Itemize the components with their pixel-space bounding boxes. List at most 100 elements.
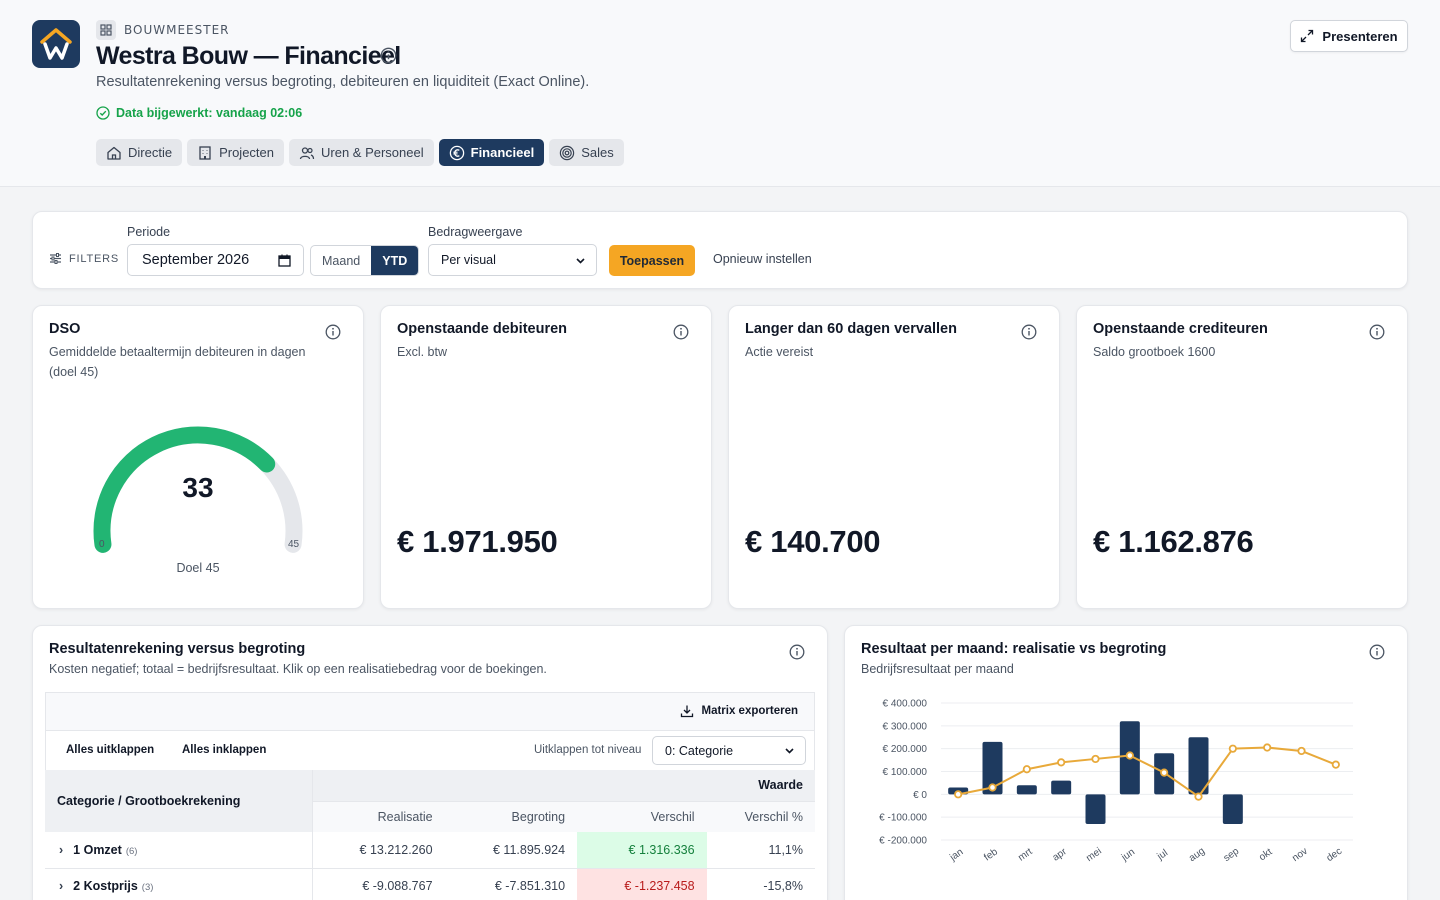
updated-status: Data bijgewerkt: vandaag 02:06 (96, 106, 302, 120)
line-point[interactable] (1228, 744, 1237, 753)
cell-realisatie[interactable]: € 13.212.260 (312, 832, 445, 869)
x-tick-label: apr (1051, 846, 1070, 864)
matrix-controls: Alles uitklappen Alles inklappen Uitklap… (45, 730, 815, 771)
period-value: September 2026 (142, 252, 250, 268)
gauge-value: 33 (182, 472, 214, 503)
period-mode-toggle: Maand YTD (310, 245, 420, 276)
mode-ytd-button[interactable]: YTD (371, 246, 419, 275)
logo-icon (40, 28, 72, 60)
info-icon[interactable] (673, 324, 689, 340)
tab-uren-personeel[interactable]: Uren & Personeel (289, 139, 434, 166)
row-label: 1 Omzet (73, 842, 122, 857)
grid-icon (96, 20, 116, 40)
column-header-realisatie[interactable]: Realisatie (312, 801, 445, 832)
cell-realisatie[interactable]: € -9.088.767 (312, 868, 445, 900)
matrix-card: Resultatenrekening versus begroting Kost… (32, 625, 828, 900)
info-icon[interactable] (1369, 324, 1385, 340)
expand-icon (1301, 29, 1314, 43)
tab-sales[interactable]: Sales (549, 139, 624, 166)
download-icon (681, 705, 694, 718)
users-icon (299, 146, 315, 159)
x-tick-label: mei (1084, 846, 1104, 864)
chart-subtitle: Bedrijfsresultaat per maand (861, 662, 1014, 676)
line-point[interactable] (1297, 746, 1306, 756)
row-category[interactable]: › 2 Kostprijs (3) (45, 868, 313, 900)
chevron-down-icon (576, 257, 585, 264)
line-point[interactable] (988, 783, 997, 792)
line-point[interactable] (1057, 758, 1066, 767)
calendar-icon[interactable] (278, 254, 291, 267)
amount-display-select[interactable]: Per visual (428, 244, 597, 276)
info-icon[interactable] (789, 644, 805, 660)
chart-bar[interactable] (1016, 785, 1037, 795)
apply-button[interactable]: Toepassen (609, 245, 695, 276)
reset-button[interactable]: Opnieuw instellen (713, 252, 812, 266)
tab-label: Directie (128, 145, 173, 160)
tab-label: Projecten (219, 145, 274, 160)
collapse-all-button[interactable]: Alles inklappen (182, 744, 266, 756)
tab-label: Financieel (470, 145, 535, 160)
info-icon[interactable] (380, 47, 397, 69)
kpi-title: Openstaande crediteuren (1093, 321, 1268, 337)
kpi-card-vervallen: Langer dan 60 dagen vervallen Actie vere… (728, 305, 1060, 609)
gauge-target-label: Doel 45 (176, 561, 220, 575)
present-button[interactable]: Presenteren (1290, 20, 1408, 52)
line-point[interactable] (1160, 768, 1169, 777)
column-group-waarde: Waarde (312, 770, 815, 802)
line-point[interactable] (1022, 765, 1031, 774)
chart-bar[interactable] (1051, 780, 1072, 795)
kpi-subtitle: Actie vereist (745, 345, 814, 359)
mode-maand-button[interactable]: Maand (311, 246, 371, 275)
column-header-verschil-pct[interactable]: Verschil % (706, 801, 815, 832)
filter-panel: FILTERS Periode September 2026 Maand YTD… (32, 211, 1408, 289)
kpi-subtitle: Excl. btw (397, 345, 448, 359)
brand-row: BOUWMEESTER (96, 20, 230, 40)
filters-text: FILTERS (69, 252, 120, 265)
tab-directie[interactable]: Directie (96, 139, 183, 166)
chevron-right-icon[interactable]: › (59, 879, 63, 893)
expand-level-select[interactable]: 0: Categorie (652, 736, 806, 765)
x-tick-label: sep (1222, 846, 1242, 865)
expand-all-button[interactable]: Alles uitklappen (66, 744, 154, 756)
y-tick-label: € 300.000 (883, 721, 928, 732)
kpi-title: Langer dan 60 dagen vervallen (745, 321, 957, 337)
target-icon (560, 145, 575, 160)
info-icon[interactable] (1021, 324, 1037, 340)
x-tick-label: feb (982, 846, 1000, 863)
x-tick-label: jul (1155, 848, 1170, 863)
cell-verschil-pct: 11,1% (706, 832, 815, 869)
chart-bar[interactable] (1222, 794, 1243, 825)
tab-projecten[interactable]: Projecten (187, 139, 284, 166)
line-point[interactable] (1091, 754, 1100, 764)
cell-verschil: € -1.237.458 (577, 868, 707, 900)
chart-bar[interactable] (1085, 794, 1106, 825)
home-icon (107, 146, 121, 160)
filters-label: FILTERS (49, 252, 119, 265)
export-matrix-button[interactable]: Matrix exporteren (680, 704, 798, 718)
x-tick-label: aug (1187, 846, 1207, 865)
matrix-title: Resultatenrekening versus begroting (49, 641, 306, 657)
column-header-verschil[interactable]: Verschil (577, 801, 707, 832)
x-tick-label: jan (947, 847, 965, 864)
line-point[interactable] (1194, 792, 1203, 801)
chevron-right-icon[interactable]: › (59, 843, 63, 857)
column-header-begroting[interactable]: Begroting (444, 801, 578, 832)
check-circle-icon (96, 106, 110, 120)
tab-financieel[interactable]: Financieel (438, 139, 545, 166)
table-row[interactable]: › 2 Kostprijs (3) € -9.088.767 € -7.851.31… (45, 868, 815, 900)
x-tick-label: nov (1290, 846, 1310, 864)
row-count: (6) (125, 845, 138, 857)
info-icon[interactable] (1369, 644, 1385, 660)
app-logo[interactable] (32, 20, 80, 68)
pnl-matrix-table: Categorie / Grootboekrekening Waarde Rea… (45, 770, 815, 900)
period-date-input[interactable]: September 2026 (127, 244, 304, 276)
line-point[interactable] (1263, 743, 1272, 752)
row-category[interactable]: › 1 Omzet (6) (45, 832, 313, 869)
line-point[interactable] (954, 790, 963, 799)
cell-verschil-pct: -15,8% (706, 868, 815, 900)
line-point[interactable] (1125, 751, 1134, 760)
column-header-category[interactable]: Categorie / Grootboekrekening (45, 770, 313, 832)
line-point[interactable] (1331, 760, 1340, 769)
matrix-toolbar: Matrix exporteren (45, 692, 815, 731)
table-row[interactable]: › 1 Omzet (6) € 13.212.260 € 11.895.924 € … (45, 832, 815, 869)
